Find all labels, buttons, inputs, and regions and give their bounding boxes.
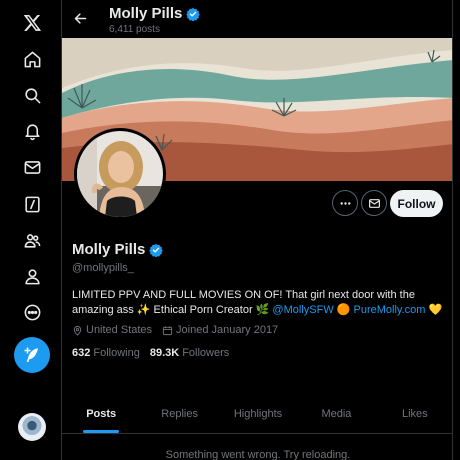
post-icon	[24, 347, 38, 363]
profile-icon[interactable]	[14, 258, 50, 294]
location-item: United States	[72, 324, 152, 336]
display-name-text: Molly Pills	[72, 241, 146, 258]
tab-label: Replies	[161, 408, 198, 420]
more-horizontal-icon	[340, 201, 350, 205]
more-options-button[interactable]	[332, 190, 358, 216]
tab-label: Media	[321, 408, 352, 420]
post-button[interactable]	[14, 337, 50, 373]
profile-column: Molly Pills 6,411 posts Follow Molly Pil…	[61, 0, 453, 460]
joined-item: Joined January 2017	[162, 324, 278, 336]
arrow-left-icon	[74, 12, 86, 24]
message-button[interactable]	[361, 190, 387, 216]
tab-label: Highlights	[233, 408, 283, 420]
tab-label: Likes	[401, 408, 428, 420]
x-logo-icon[interactable]	[14, 4, 50, 40]
back-button[interactable]	[70, 8, 90, 28]
following-label: Following	[93, 347, 140, 359]
yellow-heart-emoji: 💛	[428, 304, 443, 316]
tab-highlights[interactable]: Highlights	[219, 394, 297, 433]
tab-media[interactable]: Media	[297, 394, 375, 433]
tab-likes[interactable]: Likes	[376, 394, 452, 433]
messages-icon[interactable]	[14, 149, 50, 185]
home-icon[interactable]	[14, 41, 50, 77]
profile-avatar[interactable]	[74, 128, 166, 220]
profile-tabs: Posts Replies Highlights Media Likes	[62, 394, 452, 434]
followers-link[interactable]: 89.3K Followers	[150, 347, 229, 359]
grok-icon[interactable]	[14, 186, 50, 222]
header-name: Molly Pills	[109, 5, 201, 22]
active-tab-indicator	[83, 430, 120, 433]
verified-badge-icon[interactable]	[149, 243, 164, 257]
notifications-icon[interactable]	[14, 113, 50, 149]
account-avatar[interactable]	[18, 413, 46, 441]
bio-link-mollysfw[interactable]: @MollySFW	[272, 304, 333, 316]
explore-icon[interactable]	[14, 77, 50, 113]
profile-meta: United States Joined January 2017	[72, 324, 278, 336]
location-text: United States	[86, 324, 153, 336]
calendar-icon	[162, 325, 173, 335]
followers-count: 89.3K	[149, 347, 180, 359]
feed-error-message: Something went wrong. Try reloading.	[165, 449, 351, 460]
more-icon[interactable]	[14, 294, 50, 330]
tab-replies[interactable]: Replies	[140, 394, 218, 433]
joined-text: Joined January 2017	[176, 324, 279, 336]
communities-icon[interactable]	[14, 222, 50, 258]
post-count: 6,411 posts	[109, 24, 160, 35]
display-name: Molly Pills	[72, 241, 164, 258]
location-pin-icon	[73, 325, 82, 336]
tab-label: Posts	[86, 408, 117, 420]
verified-badge-icon[interactable]	[186, 7, 201, 21]
profile-header-bar: Molly Pills 6,411 posts	[62, 0, 452, 38]
following-link[interactable]: 632 Following	[72, 347, 140, 359]
following-count: 632	[72, 347, 91, 359]
followers-label: Followers	[182, 347, 230, 359]
header-name-text: Molly Pills	[109, 5, 183, 22]
profile-stats: 632 Following 89.3K Followers	[72, 347, 229, 359]
tab-posts[interactable]: Posts	[62, 394, 140, 433]
bio-link-puremolly[interactable]: PureMolly.com	[354, 304, 426, 316]
orange-circle-emoji: 🟠	[336, 304, 351, 316]
profile-bio: LIMITED PPV AND FULL MOVIES ON OF! That …	[72, 288, 447, 318]
follow-button[interactable]: Follow	[390, 190, 443, 217]
envelope-icon	[368, 198, 380, 208]
profile-handle: @mollypills_	[72, 262, 134, 274]
side-nav	[0, 0, 62, 460]
